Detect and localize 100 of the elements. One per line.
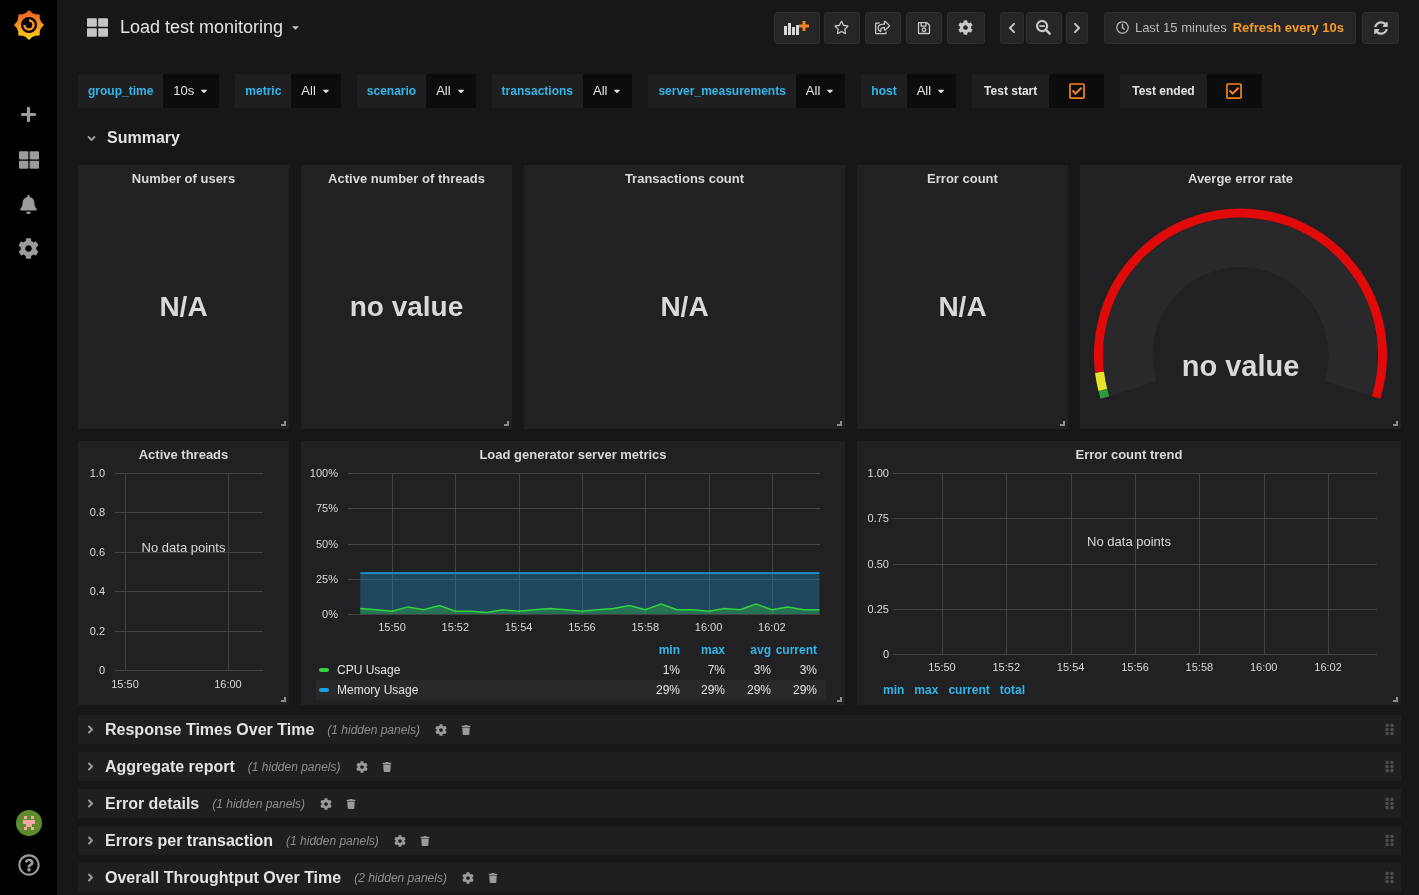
panel-title[interactable]: Error count	[927, 171, 998, 189]
drag-handle-icon[interactable]	[1383, 760, 1396, 773]
bell-icon[interactable]	[19, 195, 38, 214]
settings-icon[interactable]	[355, 760, 368, 773]
resize-handle-icon[interactable]	[504, 421, 509, 426]
legend-column-header[interactable]: total	[999, 681, 1026, 699]
x-axis-label: 15:56	[1121, 661, 1149, 673]
logo-icon[interactable]	[13, 10, 44, 40]
variable-label: server_measurements	[648, 74, 796, 108]
variable-label: scenario	[356, 74, 427, 108]
resize-handle-icon[interactable]	[281, 421, 286, 426]
zoom-out-button[interactable]	[1025, 11, 1062, 44]
variable-dropdown[interactable]: All	[582, 74, 633, 108]
y-axis-label: 0.4	[89, 585, 105, 598]
stat-value: N/A	[159, 290, 208, 324]
star-button[interactable]	[823, 11, 860, 44]
settings-icon	[958, 20, 974, 35]
y-axis-label: 1.0	[89, 467, 105, 479]
trash-icon[interactable]	[419, 835, 430, 846]
no-data-message: No data points	[141, 539, 226, 555]
variable-label: metric	[235, 74, 292, 108]
row-title[interactable]: Response Times Over Time	[84, 717, 315, 742]
drag-handle-icon[interactable]	[1383, 723, 1396, 736]
panel-title[interactable]: Transactions count	[624, 171, 745, 189]
variable-dropdown[interactable]: 10s	[163, 74, 220, 108]
variable-dropdown[interactable]: All	[291, 74, 341, 108]
legend-series-name[interactable]: CPU Usage	[337, 661, 401, 679]
grid-icon[interactable]	[18, 150, 39, 170]
legend-column-header[interactable]: max	[700, 641, 725, 659]
y-axis-label: 0	[882, 648, 889, 660]
gauge-value: no value	[1181, 350, 1300, 382]
previous-button[interactable]	[999, 11, 1024, 44]
trash-icon[interactable]	[461, 724, 471, 735]
trash-icon[interactable]	[346, 798, 356, 809]
help-icon[interactable]	[17, 854, 40, 876]
checked-box-icon	[1067, 82, 1086, 100]
x-axis-label: 15:58	[631, 621, 659, 633]
row-title[interactable]: Summary	[85, 126, 180, 150]
resize-handle-icon[interactable]	[837, 421, 842, 426]
panel-title[interactable]: Error count trend	[1075, 447, 1183, 465]
variable-dropdown[interactable]: All	[426, 74, 476, 108]
panel-title[interactable]: Averge error rate	[1188, 171, 1293, 189]
resize-handle-icon[interactable]	[1060, 421, 1065, 426]
checkbox-toggle[interactable]	[1049, 74, 1105, 108]
legend-column-header[interactable]: min	[883, 681, 905, 699]
next-button[interactable]	[1065, 11, 1088, 44]
resize-handle-icon[interactable]	[281, 697, 286, 702]
row-title[interactable]: Error details	[84, 791, 200, 816]
hidden-panels-count: (1 hidden panels)	[286, 832, 379, 850]
plus-icon[interactable]	[20, 106, 37, 123]
legend-column-header[interactable]: min	[658, 641, 680, 659]
checkbox-toggle[interactable]	[1206, 74, 1262, 108]
legend-series-name[interactable]: Memory Usage	[337, 681, 419, 699]
dashboard-title[interactable]: Load test monitoring	[120, 14, 302, 41]
legend-column-header[interactable]: max	[914, 681, 939, 699]
trash-icon[interactable]	[487, 872, 498, 883]
variable-label: group_time	[78, 74, 164, 108]
y-axis-label: 0	[98, 664, 105, 676]
settings-icon[interactable]	[18, 238, 39, 259]
panel-title[interactable]: Active threads	[138, 447, 229, 465]
y-axis-label: 100%	[309, 467, 338, 479]
resize-handle-icon[interactable]	[1393, 697, 1398, 702]
x-axis-label: 16:02	[1314, 661, 1342, 673]
settings-icon[interactable]	[320, 797, 332, 810]
bar-chart-plus-icon	[784, 20, 810, 35]
legend-column-header[interactable]: current	[948, 681, 990, 699]
settings-icon[interactable]	[435, 723, 447, 736]
trash-icon[interactable]	[381, 761, 392, 772]
drag-handle-icon[interactable]	[1383, 871, 1396, 884]
row-title[interactable]: Aggregate report	[84, 754, 235, 779]
x-axis-label: 15:54	[504, 621, 533, 633]
settings-icon[interactable]	[393, 834, 406, 847]
settings-button[interactable]	[946, 11, 985, 44]
share-icon	[875, 20, 891, 35]
row-title[interactable]: Overall Throughtput Over Time	[84, 865, 342, 890]
settings-icon[interactable]	[461, 871, 474, 884]
share-button[interactable]	[864, 11, 901, 44]
variable-dropdown[interactable]: All	[906, 74, 957, 108]
panel-title[interactable]: Number of users	[131, 171, 236, 189]
legend-value: 29%	[700, 682, 725, 699]
legend-value: 29%	[792, 682, 817, 699]
legend-column-header[interactable]: current	[775, 641, 817, 659]
resize-handle-icon[interactable]	[837, 697, 842, 702]
row-title[interactable]: Errors per transaction	[84, 828, 274, 853]
drag-handle-icon[interactable]	[1383, 834, 1396, 847]
x-axis-label: 15:52	[441, 621, 470, 633]
legend-value: 7%	[707, 662, 725, 679]
resize-handle-icon[interactable]	[1393, 421, 1398, 426]
save-button[interactable]	[905, 11, 942, 44]
refresh-button[interactable]	[1362, 11, 1399, 44]
legend-column-header[interactable]: avg	[750, 641, 771, 659]
time-range-picker[interactable]: Last 15 minutes Refresh every 10s	[1103, 11, 1356, 44]
variable-dropdown[interactable]: All	[795, 74, 846, 108]
panel-title[interactable]: Active number of threads	[328, 171, 485, 189]
drag-handle-icon[interactable]	[1383, 797, 1396, 810]
add-panel-button[interactable]	[773, 11, 820, 44]
avatar-icon[interactable]	[15, 810, 42, 836]
x-axis-label: 15:52	[992, 661, 1021, 673]
panel-title[interactable]: Load generator server metrics	[479, 447, 667, 465]
x-axis-label: 15:50	[378, 621, 406, 633]
